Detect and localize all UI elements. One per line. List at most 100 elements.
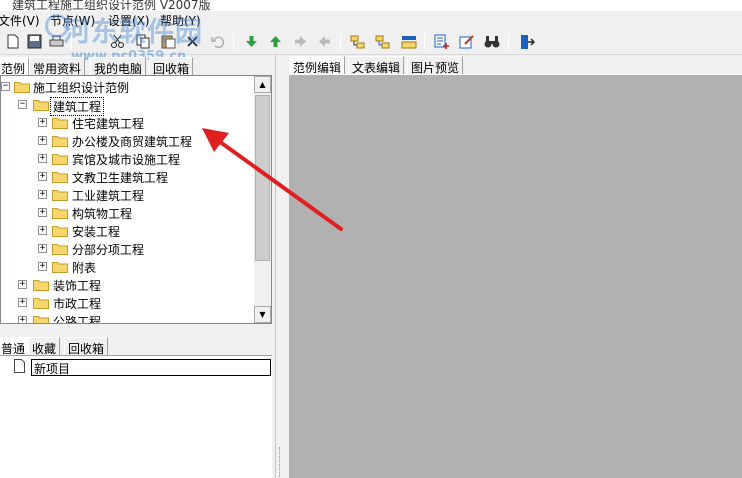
folder-icon bbox=[52, 154, 68, 165]
folder-icon bbox=[14, 82, 30, 93]
scroll-up-arrow-icon[interactable]: ▲ bbox=[254, 76, 271, 93]
tab-lower-recycle-bin[interactable]: 回收箱 bbox=[64, 337, 109, 356]
new-file-icon[interactable] bbox=[2, 31, 23, 52]
tab-common-data[interactable]: 常用资料 bbox=[29, 57, 86, 76]
new-item-field[interactable]: 新项目 bbox=[31, 359, 271, 376]
tree-node-label: 宾馆及城市设施工程 bbox=[72, 153, 181, 167]
folder-icon bbox=[52, 190, 68, 201]
folder-icon bbox=[52, 136, 68, 147]
left-tab-strip: 范例 常用资料 我的电脑 回收箱 bbox=[0, 57, 272, 77]
panel-splitter[interactable] bbox=[275, 55, 287, 478]
move-right-icon[interactable] bbox=[290, 31, 311, 52]
folder-icon bbox=[52, 262, 68, 273]
editor-area[interactable] bbox=[289, 74, 742, 478]
menu-settings[interactable]: 设置(X) bbox=[108, 12, 150, 29]
tab-favorites[interactable]: 收藏 bbox=[28, 337, 61, 356]
item-list-panel: 新项目 bbox=[0, 355, 272, 478]
tree-node-label: 工业建筑工程 bbox=[72, 189, 145, 203]
tree-node-label: 附表 bbox=[72, 261, 97, 275]
toolbar-separator bbox=[424, 33, 425, 50]
expand-icon[interactable]: + bbox=[38, 136, 47, 145]
toolbar-separator bbox=[71, 33, 72, 50]
tree-node-label: 分部分项工程 bbox=[72, 243, 145, 257]
menu-node[interactable]: 节点(W) bbox=[50, 12, 95, 29]
right-tab-strip: 范例编辑 文表编辑 图片预览 bbox=[289, 56, 742, 76]
toolbar-separator bbox=[508, 33, 509, 50]
example-tree: − 施工组织设计范例 − 建筑工程 + 住宅建筑工程 + 办公楼及商贸建筑工程 … bbox=[0, 75, 272, 324]
tab-image-preview[interactable]: 图片预览 bbox=[407, 56, 464, 75]
copy-icon[interactable] bbox=[133, 31, 154, 52]
tree-node-label: 安装工程 bbox=[72, 225, 121, 239]
tab-my-computer[interactable]: 我的电脑 bbox=[90, 57, 147, 76]
expand-icon[interactable]: + bbox=[38, 154, 47, 163]
tree-node-label: 施工组织设计范例 bbox=[33, 81, 130, 95]
scroll-down-glyph: ▼ bbox=[259, 310, 266, 319]
expand-icon[interactable]: + bbox=[38, 244, 47, 253]
tree-node-label: 市政工程 bbox=[53, 297, 102, 311]
tree-node-label: 办公楼及商贸建筑工程 bbox=[72, 135, 193, 149]
save-icon[interactable] bbox=[24, 31, 45, 52]
scrollbar-thumb[interactable] bbox=[255, 95, 270, 261]
expand-icon[interactable]: + bbox=[38, 226, 47, 235]
tree-node-label: 住宅建筑工程 bbox=[72, 117, 145, 131]
expand-icon[interactable]: + bbox=[18, 316, 27, 323]
expand-icon[interactable]: + bbox=[18, 298, 27, 307]
folder-icon bbox=[52, 172, 68, 183]
paste-icon[interactable] bbox=[158, 31, 179, 52]
expand-icon[interactable]: + bbox=[38, 208, 47, 217]
toolbar bbox=[0, 29, 742, 55]
edit-item-icon[interactable] bbox=[456, 31, 477, 52]
folder-icon bbox=[33, 298, 49, 309]
tab-normal[interactable]: 普通 bbox=[0, 337, 30, 357]
tree-node-label: 构筑物工程 bbox=[72, 207, 133, 221]
tab-examples[interactable]: 范例 bbox=[0, 57, 30, 77]
move-up-icon[interactable] bbox=[265, 31, 286, 52]
print-icon[interactable] bbox=[46, 31, 67, 52]
menu-bar: 文件(V) 节点(W) 设置(X) 帮助(Y) bbox=[0, 11, 742, 29]
tree-node-label: 装饰工程 bbox=[53, 279, 102, 293]
tree-node-label: 公路工程 bbox=[53, 315, 102, 324]
splitter-grip[interactable] bbox=[279, 447, 284, 477]
undo-icon[interactable] bbox=[207, 31, 228, 52]
scroll-up-glyph: ▲ bbox=[259, 80, 266, 89]
collapse-icon[interactable]: − bbox=[18, 100, 27, 109]
toolbar-separator bbox=[340, 33, 341, 50]
move-down-icon[interactable] bbox=[241, 31, 262, 52]
tree-node-label: 文教卫生建筑工程 bbox=[72, 171, 169, 185]
move-left-icon[interactable] bbox=[314, 31, 335, 52]
folder-icon bbox=[52, 226, 68, 237]
scroll-down-arrow-icon[interactable]: ▼ bbox=[254, 306, 271, 323]
menu-file[interactable]: 文件(V) bbox=[0, 12, 40, 29]
delete-icon[interactable] bbox=[182, 31, 203, 52]
add-child-node-icon[interactable] bbox=[372, 31, 393, 52]
add-item-icon[interactable] bbox=[431, 31, 452, 52]
expand-icon[interactable]: + bbox=[18, 280, 27, 289]
lower-tab-strip: 普通 收藏 回收箱 bbox=[0, 337, 272, 357]
folder-icon bbox=[52, 208, 68, 219]
expand-icon[interactable]: + bbox=[38, 190, 47, 199]
tab-example-editor[interactable]: 范例编辑 bbox=[289, 56, 346, 76]
document-icon bbox=[14, 359, 25, 373]
expand-icon[interactable]: + bbox=[38, 118, 47, 127]
folder-icon bbox=[52, 244, 68, 255]
folder-icon bbox=[33, 316, 49, 323]
search-icon[interactable] bbox=[481, 31, 502, 52]
tree-scrollbar[interactable]: ▲ ▼ bbox=[254, 76, 271, 323]
folder-icon bbox=[52, 118, 68, 129]
expand-icon[interactable]: + bbox=[38, 262, 47, 271]
cut-icon[interactable] bbox=[107, 31, 128, 52]
toolbar-separator bbox=[233, 33, 234, 50]
title-bar: 建筑工程施工组织设计范例 V2007版 bbox=[0, 0, 742, 11]
tab-table-editor[interactable]: 文表编辑 bbox=[348, 56, 405, 75]
add-sibling-node-icon[interactable] bbox=[347, 31, 368, 52]
exit-icon[interactable] bbox=[516, 31, 537, 52]
tree-node-label: 建筑工程 bbox=[50, 97, 105, 116]
folder-icon bbox=[33, 280, 49, 291]
expand-icon[interactable]: + bbox=[38, 172, 47, 181]
folder-icon bbox=[33, 100, 49, 111]
window-title: 建筑工程施工组织设计范例 V2007版 bbox=[12, 0, 211, 11]
menu-help[interactable]: 帮助(Y) bbox=[160, 12, 201, 29]
tab-recycle-bin[interactable]: 回收箱 bbox=[149, 57, 194, 76]
collapse-icon[interactable]: − bbox=[1, 82, 10, 91]
node-properties-icon[interactable] bbox=[398, 31, 419, 52]
